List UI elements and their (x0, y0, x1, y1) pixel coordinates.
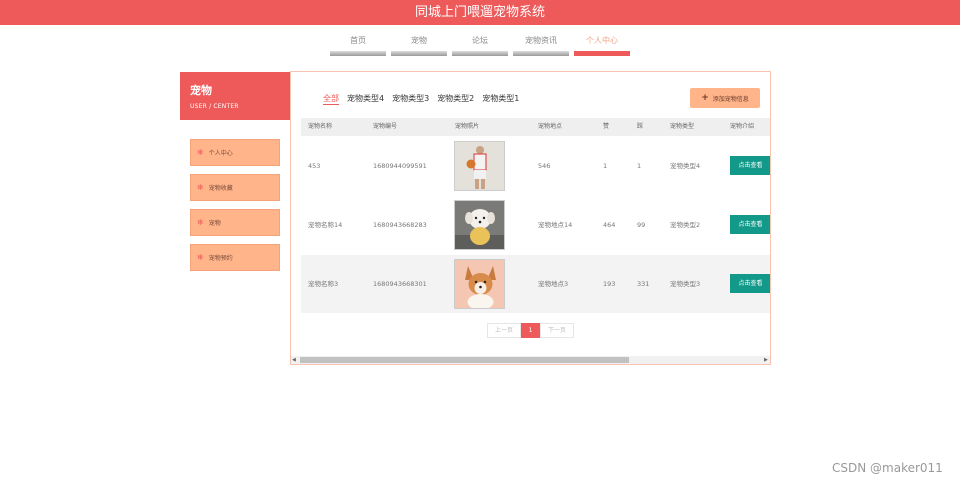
page-1-button[interactable]: 1 (521, 323, 540, 338)
filter-type1[interactable]: 宠物类型1 (482, 93, 519, 105)
horizontal-scrollbar[interactable]: ◀ ▶ (291, 356, 770, 364)
sidebar-item-user-center[interactable]: ❄ 个人中心 (190, 139, 280, 166)
pet-photo-white-dog (454, 200, 505, 250)
next-page-button[interactable]: 下一页 (540, 323, 574, 338)
add-pet-button[interactable]: + 添加宠物信息 (690, 88, 760, 108)
col-photo: 宠物照片 (455, 123, 480, 130)
nav-pets[interactable]: 宠物 (391, 34, 447, 56)
nav-news[interactable]: 宠物资讯 (513, 34, 569, 56)
nav-home[interactable]: 首页 (330, 34, 386, 56)
watermark: CSDN @maker011 (832, 461, 943, 475)
pet-photo-corgi (454, 259, 505, 309)
sidebar-subtitle: USER / CENTER (190, 103, 239, 110)
table-row: 453 1680944099591 546 1 1 宠物类型4 点击查看 (301, 137, 770, 195)
col-dislike: 踩 (637, 123, 644, 130)
table-header: 宠物名称 宠物编号 宠物照片 宠物地点 赞 踩 宠物类型 宠物介绍 (301, 118, 770, 136)
sidebar-menu: ❄ 个人中心 ❄ 宠物收藏 ❄ 宠物 ❄ 宠物预约 (190, 139, 280, 279)
col-intro: 宠物介绍 (730, 123, 755, 130)
snowflake-icon: ❄ (197, 253, 204, 262)
nav-user-center[interactable]: 个人中心 (574, 34, 630, 56)
view-details-button[interactable]: 点击查看 (730, 274, 770, 293)
table-row: 宠物名称3 1680943668301 宠物地点3 193 331 宠物类型3 … (301, 255, 770, 313)
type-filters: 全部 宠物类型4 宠物类型3 宠物类型2 宠物类型1 (323, 93, 519, 105)
pet-photo-person (454, 141, 505, 191)
sidebar-header: 宠物 USER / CENTER (180, 72, 290, 120)
filter-type4[interactable]: 宠物类型4 (347, 93, 384, 105)
content-panel: 全部 宠物类型4 宠物类型3 宠物类型2 宠物类型1 + 添加宠物信息 宠物名称… (290, 71, 771, 365)
filter-type3[interactable]: 宠物类型3 (392, 93, 429, 105)
scroll-right-icon[interactable]: ▶ (764, 356, 768, 364)
table-row: 宠物名称14 1680943668283 宠物地点14 464 99 宠物类型2… (301, 196, 770, 254)
snowflake-icon: ❄ (197, 148, 204, 157)
nav-forum[interactable]: 论坛 (452, 34, 508, 56)
filter-type2[interactable]: 宠物类型2 (437, 93, 474, 105)
col-like: 赞 (603, 123, 610, 130)
col-type: 宠物类型 (670, 123, 695, 130)
scroll-left-icon[interactable]: ◀ (292, 356, 296, 364)
view-details-button[interactable]: 点击查看 (730, 215, 770, 234)
snowflake-icon: ❄ (197, 218, 204, 227)
sidebar-item-booking[interactable]: ❄ 宠物预约 (190, 244, 280, 271)
col-code: 宠物编号 (373, 123, 398, 130)
col-name: 宠物名称 (308, 123, 333, 130)
app-title: 同城上门喂遛宠物系统 (414, 5, 545, 20)
col-place: 宠物地点 (538, 123, 563, 130)
plus-icon: + (701, 93, 709, 103)
scrollbar-thumb[interactable] (300, 357, 629, 363)
filter-all[interactable]: 全部 (323, 93, 339, 105)
top-nav: 首页 宠物 论坛 宠物资讯 个人中心 (330, 34, 630, 56)
snowflake-icon: ❄ (197, 183, 204, 192)
pagination: 上一页 1 下一页 (487, 323, 574, 338)
sidebar-item-pets[interactable]: ❄ 宠物 (190, 209, 280, 236)
sidebar-title: 宠物 (190, 84, 212, 97)
sidebar-item-favorites[interactable]: ❄ 宠物收藏 (190, 174, 280, 201)
prev-page-button[interactable]: 上一页 (487, 323, 521, 338)
view-details-button[interactable]: 点击查看 (730, 156, 770, 175)
app-header: 同城上门喂遛宠物系统 (0, 0, 960, 25)
